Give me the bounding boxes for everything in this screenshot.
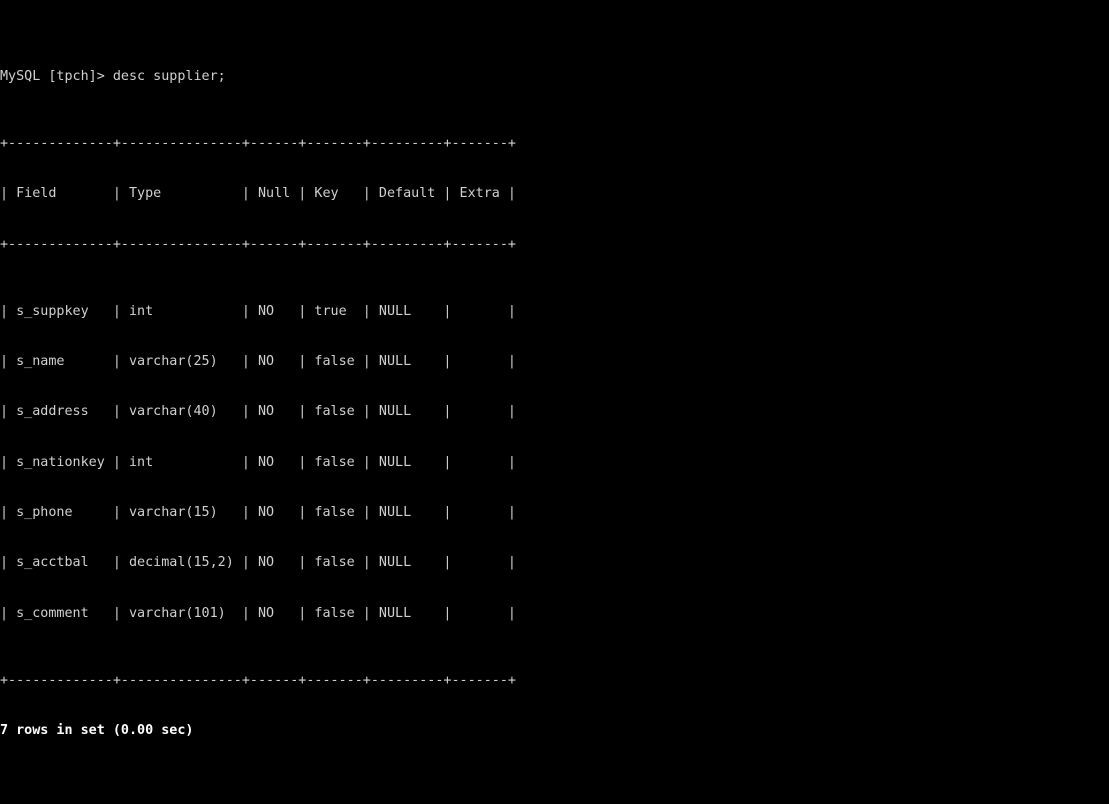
table-row: | s_nationkey | int | NO | false | NULL … <box>0 454 516 470</box>
table-row: | s_suppkey | int | NO | true | NULL | | <box>0 303 516 319</box>
desc-status-line: 7 rows in set (0.00 sec) <box>0 722 194 738</box>
desc-table-bottom-border: +-------------+---------------+------+--… <box>0 672 516 688</box>
table-row: | s_comment | varchar(101) | NO | false … <box>0 605 516 621</box>
terminal-screen[interactable]: MySQL [tpch]> desc supplier; +----------… <box>0 0 1109 804</box>
desc-table-header-border: +-------------+---------------+------+--… <box>0 236 516 252</box>
table-row: | s_acctbal | decimal(15,2) | NO | false… <box>0 555 516 571</box>
table-row: | s_name | varchar(25) | NO | false | NU… <box>0 354 516 370</box>
desc-table-top-border: +-------------+---------------+------+--… <box>0 136 516 152</box>
table-row: | s_address | varchar(40) | NO | false |… <box>0 404 516 420</box>
command-input-desc[interactable]: desc supplier; <box>113 69 226 84</box>
table-row: | s_phone | varchar(15) | NO | false | N… <box>0 504 516 520</box>
desc-table-header-row: | Field | Type | Null | Key | Default | … <box>0 186 516 202</box>
shell-prompt: MySQL [tpch]> <box>0 69 113 85</box>
command-line-desc: MySQL [tpch]> desc supplier; <box>0 69 1109 86</box>
